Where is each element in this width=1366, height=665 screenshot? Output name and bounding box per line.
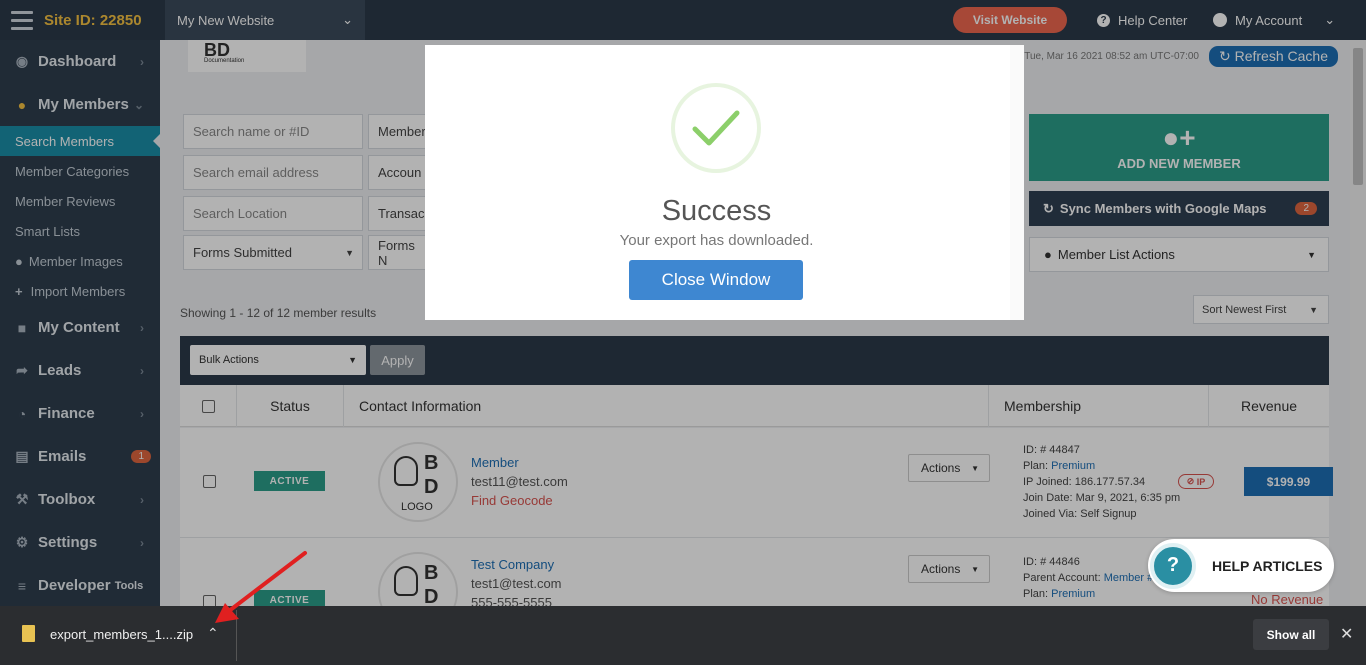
- close-window-button[interactable]: Close Window: [629, 260, 803, 300]
- show-all-button[interactable]: Show all: [1253, 619, 1329, 650]
- checkmark-svg: [692, 110, 740, 146]
- help-articles-button[interactable]: ? HELP ARTICLES: [1148, 539, 1334, 592]
- modal-scrollbar[interactable]: [1010, 45, 1024, 320]
- question-icon: ?: [1150, 542, 1196, 589]
- zip-file-icon: [22, 625, 35, 642]
- download-filename[interactable]: export_members_1....zip: [50, 627, 193, 642]
- success-modal: Success Your export has downloaded. Clos…: [425, 45, 1024, 320]
- help-articles-label: HELP ARTICLES: [1212, 557, 1323, 574]
- success-check-icon: [671, 83, 761, 173]
- annotation-arrow: [215, 551, 307, 623]
- modal-message: Your export has downloaded.: [619, 232, 814, 249]
- close-icon[interactable]: ✕: [1340, 624, 1353, 644]
- modal-title: Success: [661, 195, 772, 227]
